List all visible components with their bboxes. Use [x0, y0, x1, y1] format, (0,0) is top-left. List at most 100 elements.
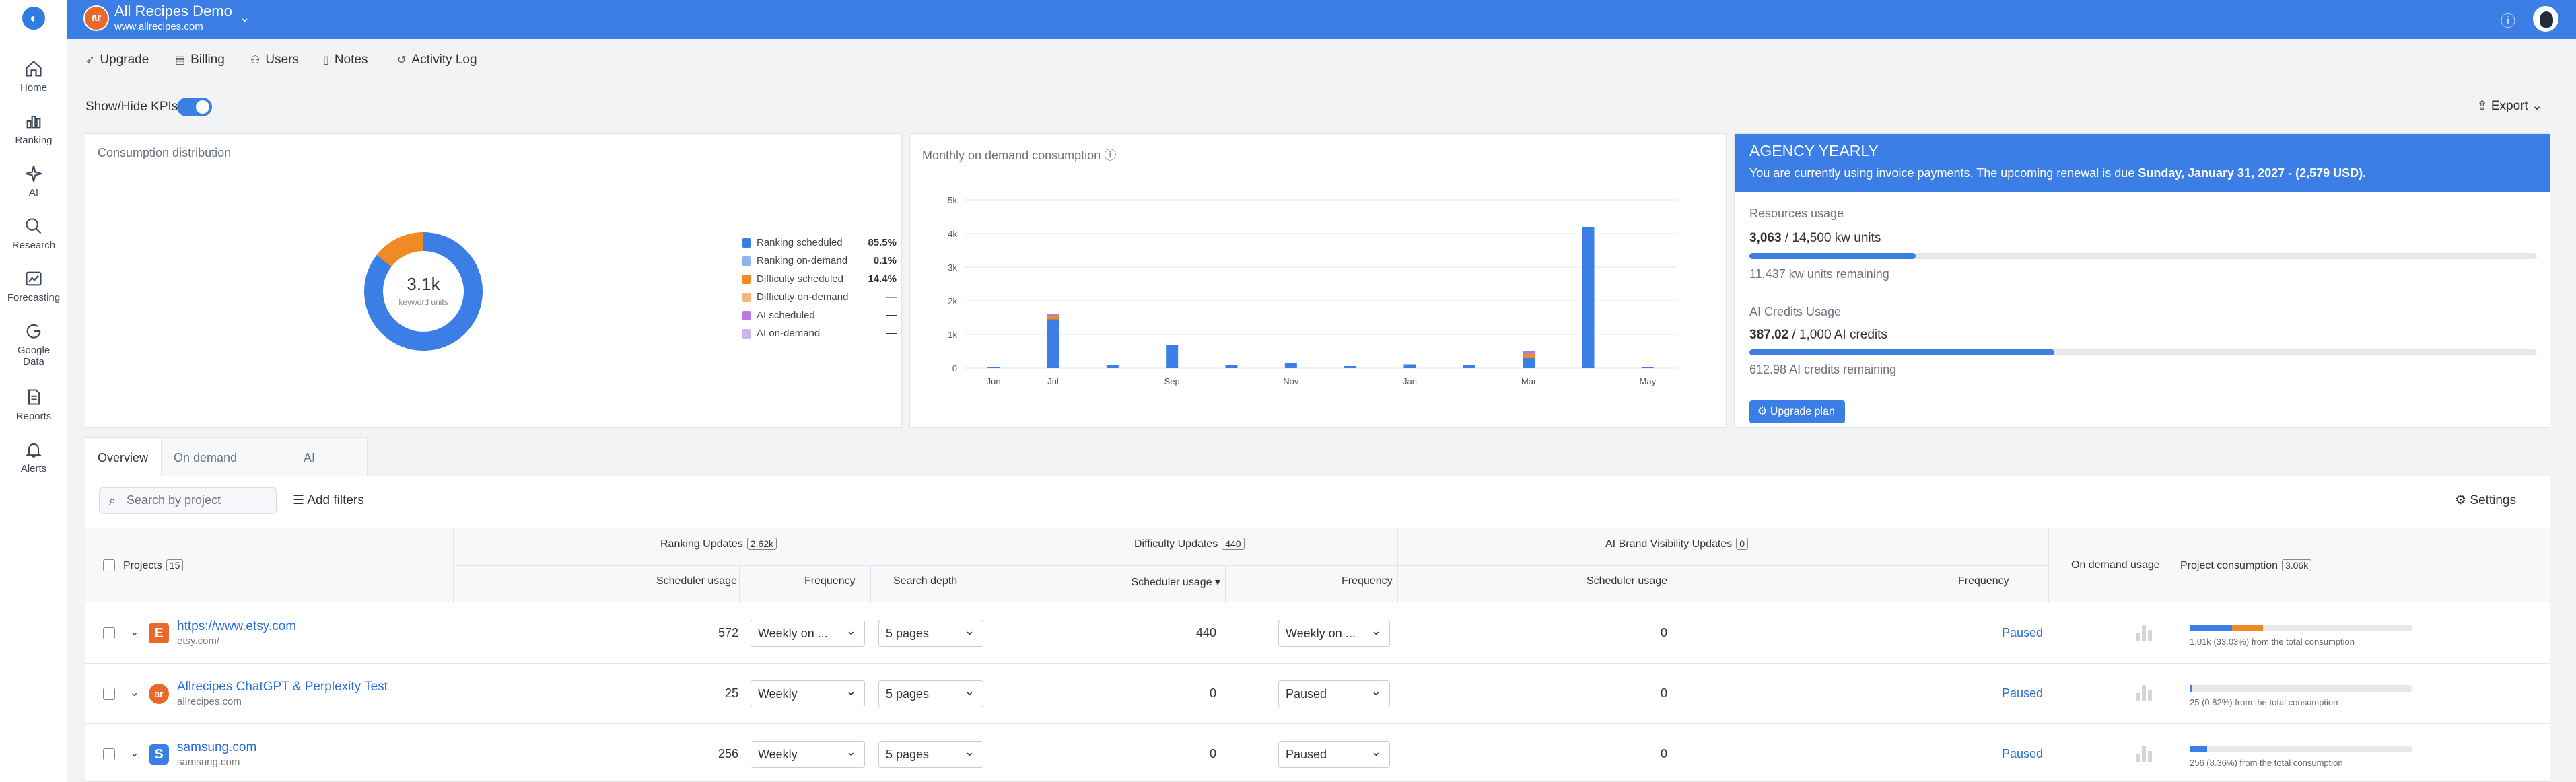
on-demand-chart-icon[interactable] — [2136, 744, 2153, 762]
logo-icon[interactable]: ◐ — [22, 7, 45, 30]
ranking-frequency-select[interactable]: Weekly — [751, 739, 865, 768]
history-icon: ↺ — [397, 55, 407, 66]
sidebar-item-label: Ranking — [15, 135, 53, 146]
table-row[interactable]: ⌄ E https://www.etsy.com etsy.com/ 572 W… — [85, 603, 2550, 664]
subnav-billing[interactable]: ▤ Billing — [175, 52, 225, 67]
ai-frequency-link[interactable]: Paused — [1916, 747, 2043, 761]
difficulty-frequency-select[interactable]: Weekly on ... — [1278, 618, 1390, 647]
sidebar-item-ranking[interactable]: Ranking — [0, 112, 67, 146]
kpi-toggle[interactable] — [177, 98, 212, 116]
search-icon — [24, 217, 43, 236]
donut-chart: 3.1k keyword units — [364, 232, 483, 351]
bell-icon — [24, 440, 43, 459]
info-icon[interactable]: ⓘ — [1104, 149, 1116, 162]
subnav-upgrade[interactable]: ➶ Upgrade — [85, 52, 149, 67]
ai-scheduler-usage: 0 — [1660, 626, 1667, 639]
ai-scheduler-usage-header[interactable]: Scheduler usage — [1533, 575, 1667, 588]
bar-segment — [1463, 365, 1475, 368]
ranking-count-badge: 2.62k — [746, 538, 777, 550]
row-checkbox[interactable] — [103, 627, 115, 639]
tab-ai-credits[interactable]: AI Credits — [291, 437, 368, 503]
tab-overview[interactable]: Overview — [85, 437, 162, 476]
difficulty-frequency-select[interactable]: Paused — [1278, 739, 1390, 768]
sidebar-item-label: Forecasting — [7, 292, 61, 304]
legend-item[interactable]: Ranking scheduled 85.5% — [742, 235, 897, 253]
bar-segment — [1047, 319, 1059, 368]
upgrade-plan-button[interactable]: ⚙ Upgrade plan — [1749, 400, 1845, 423]
sidebar-item-ai[interactable]: AI — [0, 164, 67, 199]
search-box[interactable]: ⌕ — [99, 487, 277, 514]
legend-item[interactable]: AI on-demand — — [742, 326, 897, 344]
select-all-checkbox[interactable] — [103, 559, 115, 571]
y-tick-label: 4k — [948, 229, 957, 239]
legend-item[interactable]: Difficulty scheduled 14.4% — [742, 271, 897, 289]
add-filters-button[interactable]: ☰ Add filters — [293, 493, 364, 508]
chevron-down-icon[interactable]: ⌄ — [130, 625, 139, 639]
projects-count-badge: 15 — [166, 559, 184, 571]
subnav-users[interactable]: ⚇ Users — [250, 52, 299, 67]
ai-scheduler-usage: 0 — [1660, 686, 1667, 700]
x-tick-label: Nov — [1283, 376, 1299, 386]
on-demand-chart-icon[interactable] — [2136, 684, 2153, 701]
difficulty-scheduler-usage: 440 — [1195, 626, 1216, 639]
consumption-ranking-segment — [2190, 625, 2232, 631]
sidebar-item-forecasting[interactable]: Forecasting — [0, 269, 67, 304]
search-depth-select[interactable]: 5 pages — [878, 618, 983, 647]
ai-frequency-link[interactable]: Paused — [1916, 686, 2043, 701]
legend-item[interactable]: AI scheduled — — [742, 308, 897, 326]
chevron-down-icon[interactable]: ⌄ — [240, 11, 250, 25]
ranking-frequency-header[interactable]: Frequency — [804, 575, 856, 588]
ranking-frequency-select[interactable]: Weekly on ... — [751, 618, 865, 647]
user-avatar[interactable] — [2533, 6, 2558, 32]
ai-frequency-link[interactable]: Paused — [1916, 626, 2043, 640]
legend-item[interactable]: Ranking on-demand 0.1% — [742, 253, 897, 271]
sidebar-item-home[interactable]: Home — [0, 59, 67, 94]
sidebar-item-alerts[interactable]: Alerts — [0, 440, 67, 474]
donut-center-value: 3.1k — [407, 274, 440, 294]
subnav-activity-log[interactable]: ↺ Activity Log — [397, 52, 477, 67]
ai-frequency-header[interactable]: Frequency — [1958, 575, 2009, 588]
row-checkbox[interactable] — [103, 748, 115, 760]
difficulty-frequency-select[interactable]: Paused — [1278, 678, 1390, 707]
project-name-link[interactable]: samsung.com — [177, 740, 256, 755]
settings-button[interactable]: ⚙ Settings — [2455, 493, 2516, 508]
ranking-scheduler-usage-header[interactable]: Scheduler usage — [636, 575, 737, 588]
project-domain: etsy.com/ — [177, 635, 220, 647]
difficulty-frequency-header[interactable]: Frequency — [1342, 575, 1393, 588]
difficulty-scheduler-usage-header[interactable]: Scheduler usage ▾ — [1095, 575, 1220, 589]
table-row[interactable]: ⌄ ar Allrecipes ChatGPT & Perplexity Tes… — [85, 664, 2550, 724]
project-avatar[interactable]: ar — [83, 5, 109, 31]
export-button[interactable]: ⇪ Export ⌄ — [2477, 98, 2542, 114]
on-demand-chart-icon[interactable] — [2136, 623, 2153, 641]
sub-nav: ➶ Upgrade ▤ Billing ⚇ Users ▯ Notes ↺ Activit… — [67, 39, 2576, 83]
legend-swatch — [742, 311, 751, 320]
search-depth-header[interactable]: Search depth — [893, 575, 957, 588]
legend-item[interactable]: Difficulty on-demand — — [742, 289, 897, 308]
sidebar-item-google-data[interactable]: Google Data — [0, 322, 67, 367]
chevron-down-icon[interactable]: ⌄ — [130, 686, 139, 699]
table-row[interactable]: ⌄ S samsung.com samsung.com 256 Weekly 5… — [85, 724, 2550, 782]
help-icon[interactable]: ⓘ — [2501, 9, 2515, 31]
report-icon — [24, 388, 43, 406]
project-name[interactable]: All Recipes Demo — [114, 3, 232, 20]
sidebar-item-label: AI — [28, 187, 39, 199]
row-checkbox[interactable] — [103, 688, 115, 700]
project-name-link[interactable]: Allrecipes ChatGPT & Perplexity Test — [177, 680, 388, 695]
bar-segment — [1523, 354, 1535, 358]
legend-value: 0.1% — [873, 255, 897, 266]
bar-chart-icon — [24, 112, 43, 131]
search-depth-select[interactable]: 5 pages — [878, 739, 983, 768]
search-input[interactable] — [127, 493, 268, 507]
export-icon: ⇪ — [2476, 99, 2491, 113]
subnav-notes[interactable]: ▯ Notes — [323, 52, 368, 67]
search-depth-select[interactable]: 5 pages — [878, 678, 983, 707]
sidebar-item-reports[interactable]: Reports — [0, 388, 67, 422]
ranking-frequency-select[interactable]: Weekly — [751, 678, 865, 707]
sidebar-item-research[interactable]: Research — [0, 217, 67, 251]
ai-scheduler-usage: 0 — [1660, 747, 1667, 760]
gear-icon: ⚙ — [1757, 406, 1770, 417]
project-name-link[interactable]: https://www.etsy.com — [177, 619, 296, 634]
tab-on-demand-updates[interactable]: On demand updates — [161, 437, 291, 503]
column-divider — [1225, 565, 1226, 603]
chevron-down-icon[interactable]: ⌄ — [130, 746, 139, 760]
